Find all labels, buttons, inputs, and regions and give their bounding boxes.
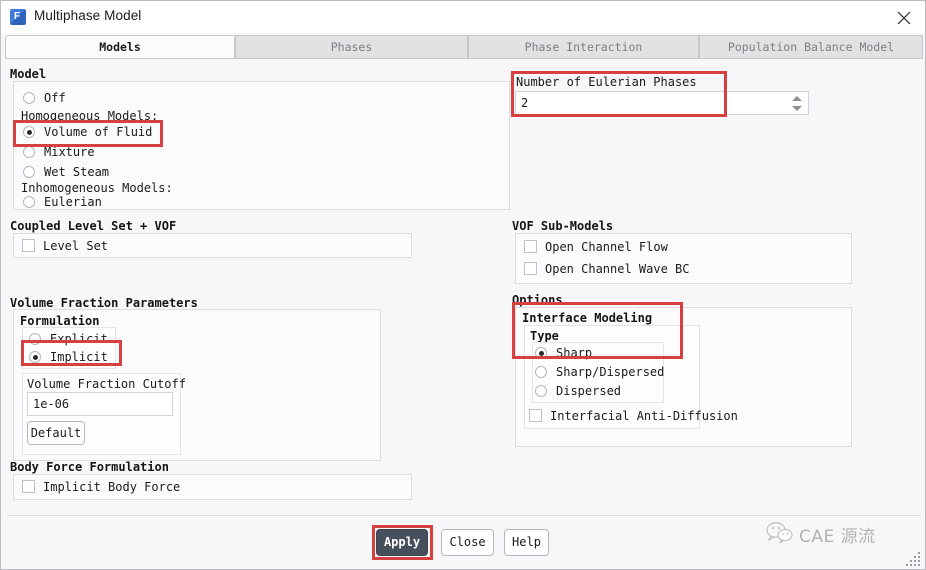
checkbox-level-set[interactable]: Level Set xyxy=(22,237,182,256)
tab-models[interactable]: Models xyxy=(5,35,235,59)
radio-sharp-label: Sharp xyxy=(556,346,593,360)
radio-volume-of-fluid[interactable]: Volume of Fluid xyxy=(23,123,183,142)
window-title: Multiphase Model xyxy=(34,8,142,23)
radio-implicit-label: Implicit xyxy=(50,350,108,364)
watermark: CAE 源流 xyxy=(765,517,920,551)
checkbox-level-set-label: Level Set xyxy=(43,239,109,253)
radio-sharp-dispersed-indicator xyxy=(535,366,547,378)
volume-fraction-cutoff-input[interactable]: 1e-06 xyxy=(27,392,173,416)
tab-strip: Models Phases Phase Interaction Populati… xyxy=(5,35,923,59)
close-icon[interactable] xyxy=(889,5,919,29)
eulerian-phases-label: Number of Eulerian Phases xyxy=(516,75,697,89)
footer-divider xyxy=(7,515,921,516)
model-group-title: Model xyxy=(10,67,47,81)
radio-sharp-indicator xyxy=(535,347,547,359)
radio-dispersed[interactable]: Dispersed xyxy=(535,382,655,401)
coupled-level-set-title: Coupled Level Set + VOF xyxy=(10,219,177,233)
vof-sub-models-title: VOF Sub-Models xyxy=(512,219,614,233)
checkbox-interfacial-anti-diffusion[interactable]: Interfacial Anti-Diffusion xyxy=(529,407,739,426)
checkbox-open-channel-wave-bc-label: Open Channel Wave BC xyxy=(545,262,690,276)
radio-wet-steam-indicator xyxy=(23,166,35,178)
radio-mixture[interactable]: Mixture xyxy=(23,143,143,162)
radio-explicit-indicator xyxy=(29,333,41,345)
tab-population-balance-model[interactable]: Population Balance Model xyxy=(699,35,923,59)
radio-implicit[interactable]: Implicit xyxy=(29,348,119,367)
checkbox-open-channel-wave-bc[interactable]: Open Channel Wave BC xyxy=(524,260,744,279)
radio-sharp-dispersed[interactable]: Sharp/Dispersed xyxy=(535,363,675,382)
multiphase-model-dialog: Multiphase Model Models Phases Phase Int… xyxy=(0,0,926,570)
checkbox-implicit-body-force[interactable]: Implicit Body Force xyxy=(22,478,222,497)
radio-implicit-indicator xyxy=(29,351,41,363)
radio-sharp-dispersed-label: Sharp/Dispersed xyxy=(556,365,665,379)
radio-explicit[interactable]: Explicit xyxy=(29,330,119,349)
radio-sharp[interactable]: Sharp xyxy=(535,344,655,363)
resize-grip[interactable] xyxy=(906,550,922,566)
radio-off-indicator xyxy=(23,92,35,104)
options-title: Options xyxy=(512,293,563,307)
tab-phase-interaction[interactable]: Phase Interaction xyxy=(468,35,699,59)
fluent-f-icon xyxy=(10,9,26,25)
formulation-title: Formulation xyxy=(20,314,100,328)
radio-volume-of-fluid-label: Volume of Fluid xyxy=(44,125,153,139)
default-button[interactable]: Default xyxy=(27,421,85,445)
checkbox-implicit-body-force-indicator xyxy=(22,480,35,493)
help-button[interactable]: Help xyxy=(504,529,549,556)
checkbox-interfacial-anti-diffusion-label: Interfacial Anti-Diffusion xyxy=(550,409,738,423)
checkbox-implicit-body-force-label: Implicit Body Force xyxy=(43,480,181,494)
watermark-text: CAE 源流 xyxy=(799,527,876,547)
dialog-content: Model Off Homogeneous Models: Volume of … xyxy=(1,59,925,514)
radio-dispersed-label: Dispersed xyxy=(556,384,622,398)
volume-fraction-cutoff-label: Volume Fraction Cutoff xyxy=(27,377,186,391)
volume-fraction-parameters-title: Volume Fraction Parameters xyxy=(10,296,198,310)
radio-dispersed-indicator xyxy=(535,385,547,397)
close-button[interactable]: Close xyxy=(441,529,494,556)
interface-modeling-title: Interface Modeling xyxy=(522,311,653,325)
type-title: Type xyxy=(530,329,559,343)
radio-off-label: Off xyxy=(44,91,66,105)
checkbox-open-channel-flow-label: Open Channel Flow xyxy=(545,240,668,254)
radio-volume-of-fluid-indicator xyxy=(23,126,35,138)
radio-wet-steam-label: Wet Steam xyxy=(44,165,110,179)
homogeneous-models-header: Homogeneous Models: xyxy=(21,109,159,123)
checkbox-open-channel-wave-bc-indicator xyxy=(524,262,537,275)
radio-wet-steam[interactable]: Wet Steam xyxy=(23,163,153,182)
wechat-icon xyxy=(766,522,793,544)
radio-eulerian[interactable]: Eulerian xyxy=(23,193,153,212)
radio-eulerian-indicator xyxy=(23,196,35,208)
radio-eulerian-label: Eulerian xyxy=(44,195,102,209)
radio-mixture-label: Mixture xyxy=(44,145,95,159)
checkbox-level-set-indicator xyxy=(22,239,35,252)
checkbox-open-channel-flow[interactable]: Open Channel Flow xyxy=(524,238,724,257)
eulerian-phases-stepper[interactable] xyxy=(789,94,805,114)
checkbox-open-channel-flow-indicator xyxy=(524,240,537,253)
radio-explicit-label: Explicit xyxy=(50,332,108,346)
tab-phases[interactable]: Phases xyxy=(235,35,468,59)
body-force-formulation-title: Body Force Formulation xyxy=(10,460,169,474)
eulerian-phases-value: 2 xyxy=(521,96,529,110)
radio-mixture-indicator xyxy=(23,146,35,158)
radio-off[interactable]: Off xyxy=(23,89,143,108)
apply-button[interactable]: Apply xyxy=(376,529,428,556)
eulerian-phases-input[interactable]: 2 xyxy=(515,91,809,115)
title-bar: Multiphase Model xyxy=(1,1,925,33)
checkbox-interfacial-anti-diffusion-indicator xyxy=(529,409,542,422)
